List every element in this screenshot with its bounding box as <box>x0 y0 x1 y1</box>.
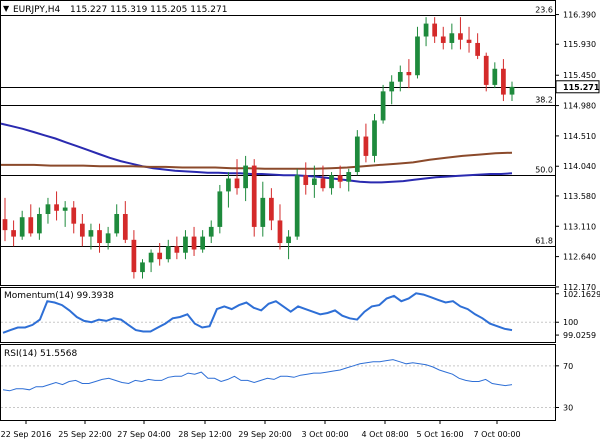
candle-body <box>466 39 472 43</box>
chart-canvas: 23.6 38.2 50.0 61.8 116.390 115.930 115.450 11… <box>0 0 600 439</box>
candle-body <box>501 68 506 95</box>
time-tick-label: 25 Sep 22:00 <box>58 430 111 439</box>
candle-body <box>183 236 188 253</box>
candle-body <box>19 217 25 237</box>
candle-body <box>406 72 412 76</box>
candle-body <box>191 236 197 250</box>
candle-body <box>277 220 283 244</box>
rsi-line <box>2 359 513 392</box>
rsi-tick-label: 70 <box>563 362 573 371</box>
momentum-tick-label: 100 <box>563 318 578 327</box>
candle-body <box>423 23 429 37</box>
fib-level-label: 38.2 <box>535 96 553 105</box>
candle-body <box>492 68 498 85</box>
price-tick-label: 115.450 <box>563 71 596 80</box>
candle-body <box>389 81 395 92</box>
candle-body <box>2 219 8 231</box>
candle-body <box>208 226 214 237</box>
candle-body <box>200 236 206 250</box>
candle-body <box>97 230 102 244</box>
time-tick-label: 4 Oct 08:00 <box>361 430 408 439</box>
candle-body <box>329 175 334 189</box>
trading-chart: 23.6 38.2 50.0 61.8 116.390 115.930 115.450 11… <box>0 0 600 443</box>
candle-body <box>45 204 51 214</box>
time-tick-label: 27 Sep 04:00 <box>117 430 170 439</box>
momentum-tick-label: 102.1629 <box>563 290 600 299</box>
time-tick-label: 3 Oct 00:00 <box>301 430 348 439</box>
candle-body <box>337 175 343 182</box>
fib-level-label: 50.0 <box>535 166 553 175</box>
price-tick-label: 114.040 <box>563 162 596 171</box>
grid-layer: 23.6 38.2 50.0 61.8 <box>1 6 555 408</box>
candle-body <box>260 197 266 227</box>
candle-body <box>62 207 68 211</box>
candle-body <box>226 178 231 192</box>
candle-body <box>483 55 489 85</box>
momentum-title: Momentum(14) 99.3938 <box>4 291 114 301</box>
candle-body <box>320 178 326 189</box>
candle-body <box>174 246 180 253</box>
candle-body <box>294 175 300 237</box>
fib-level-label: 23.6 <box>535 6 553 15</box>
candle-body <box>440 36 446 43</box>
price-tick-label: 113.110 <box>563 222 596 231</box>
candle-body <box>122 214 128 240</box>
candle-body <box>140 262 145 273</box>
candle-body <box>79 223 85 237</box>
price-tick-label: 112.640 <box>563 253 596 262</box>
fib-level-label: 61.8 <box>535 237 553 246</box>
candle-body <box>449 33 455 43</box>
candle-body <box>397 72 403 82</box>
candle-body <box>432 23 438 37</box>
time-tick-label: 28 Sep 12:00 <box>178 430 231 439</box>
current-price-label: 115.271 <box>563 83 600 92</box>
candle-body <box>458 33 463 40</box>
candle-body <box>54 204 59 211</box>
candle-body <box>311 178 317 185</box>
candle-body <box>234 178 240 189</box>
candle-body <box>380 91 386 121</box>
candle-body <box>286 236 291 244</box>
price-tick-label: 114.980 <box>563 102 596 111</box>
price-tick-label: 113.580 <box>563 192 596 201</box>
candle-body <box>217 191 223 227</box>
dropdown-arrow-icon[interactable]: ▼ <box>3 4 10 13</box>
candle-body <box>131 239 137 273</box>
candle-body <box>105 233 111 244</box>
candle-body <box>354 136 360 173</box>
candle-body <box>363 136 369 156</box>
candle-body <box>475 42 480 56</box>
rsi-title: RSI(14) 51.5568 <box>4 349 77 359</box>
candle-body <box>88 230 94 237</box>
candle-body <box>415 36 420 76</box>
candle-body <box>148 252 154 263</box>
rsi-tick-label: 30 <box>563 404 573 413</box>
price-tick-label: 116.390 <box>563 11 596 20</box>
candle-body <box>71 207 77 224</box>
candle-body <box>37 214 42 234</box>
candle-body <box>114 214 120 234</box>
momentum-tick-label: 99.0259 <box>563 331 596 340</box>
candle-body <box>11 230 16 237</box>
price-tick-label: 115.930 <box>563 40 596 49</box>
candle-body <box>269 197 274 221</box>
candle-body <box>28 217 34 234</box>
candle-body <box>346 172 352 182</box>
candle-body <box>303 175 309 185</box>
rsi-panel-frame <box>0 344 556 421</box>
symbol-timeframe: EURJPY,H4 <box>13 5 61 15</box>
candle-body <box>372 120 377 156</box>
ohlc-values: 115.227 115.319 115.205 115.271 <box>70 5 227 15</box>
time-tick-label: 7 Oct 00:00 <box>473 430 520 439</box>
candle-body <box>509 86 515 95</box>
time-tick-label: 5 Oct 16:00 <box>416 430 463 439</box>
candle-body <box>157 252 163 260</box>
price-tick-label: 114.510 <box>563 132 596 141</box>
candle-body <box>165 246 171 260</box>
candle-body <box>251 165 257 227</box>
time-tick-label: 22 Sep 2016 <box>1 430 52 439</box>
time-tick-label: 29 Sep 20:00 <box>238 430 291 439</box>
candle-body <box>243 165 248 189</box>
